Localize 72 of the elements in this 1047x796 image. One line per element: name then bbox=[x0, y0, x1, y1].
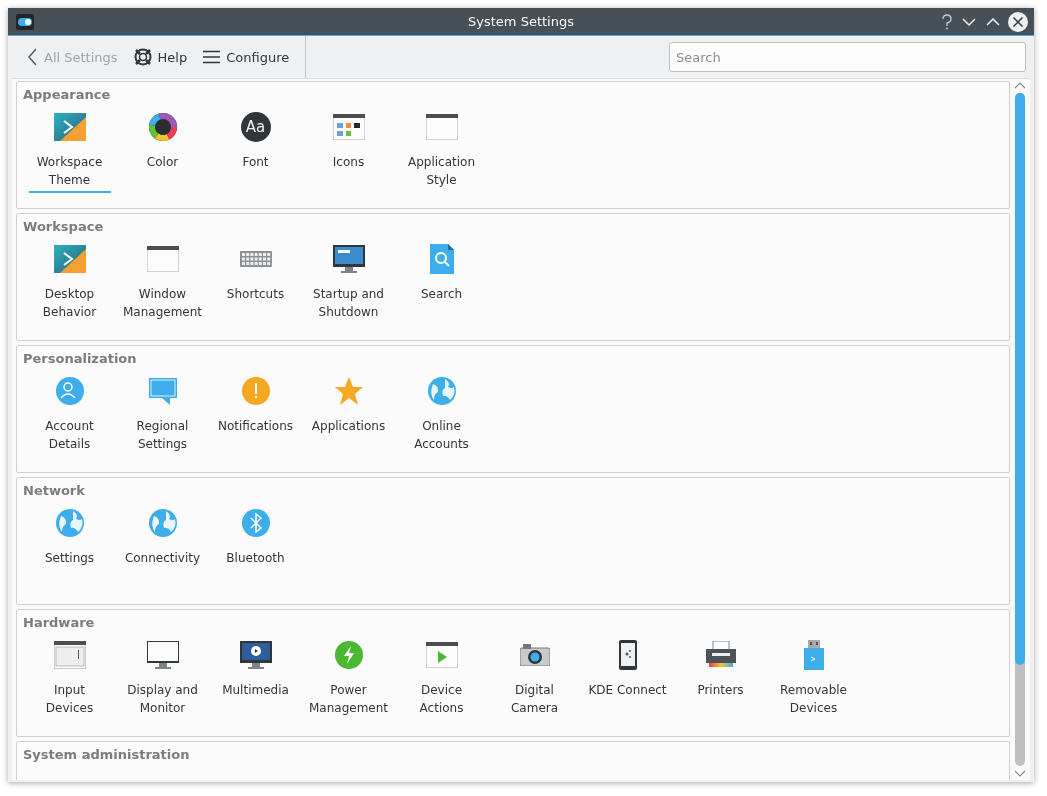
settings-item[interactable]: Shortcuts bbox=[209, 239, 302, 325]
settings-item[interactable]: Window Management bbox=[116, 239, 209, 325]
user-icon bbox=[54, 376, 85, 406]
settings-item[interactable]: Removable Devices bbox=[767, 635, 860, 721]
play-window-icon bbox=[425, 642, 458, 668]
category-title: Hardware bbox=[23, 615, 96, 632]
settings-item[interactable]: Aa Font bbox=[209, 107, 302, 193]
lifebuoy-icon bbox=[133, 48, 152, 66]
settings-item[interactable]: Bluetooth bbox=[209, 503, 302, 571]
settings-item[interactable]: Digital Camera bbox=[488, 635, 581, 721]
settings-item[interactable]: Device Actions bbox=[395, 635, 488, 721]
close-icon[interactable] bbox=[1008, 11, 1028, 32]
category-title: Personalization bbox=[23, 351, 138, 368]
theme-preview-icon bbox=[53, 245, 86, 273]
scroll-up-icon[interactable] bbox=[1014, 81, 1026, 89]
settings-item[interactable]: Multimedia bbox=[209, 635, 302, 721]
settings-item[interactable]: Account Details bbox=[23, 371, 116, 457]
help-button[interactable]: Help bbox=[127, 44, 194, 70]
menu-icon bbox=[203, 50, 221, 64]
settings-item[interactable]: Regional Settings bbox=[116, 371, 209, 457]
lightning-icon bbox=[333, 640, 364, 670]
exclamation-icon bbox=[240, 376, 271, 406]
keyboard-icon bbox=[239, 251, 272, 267]
category-title: Workspace bbox=[23, 219, 105, 236]
settings-item[interactable]: Printers bbox=[674, 635, 767, 721]
settings-item[interactable]: Icons bbox=[302, 107, 395, 193]
globe-icon bbox=[54, 508, 85, 538]
settings-item[interactable]: Search bbox=[395, 239, 488, 325]
help-icon[interactable] bbox=[940, 13, 954, 30]
search-field[interactable]: Search bbox=[669, 42, 1026, 72]
window-title: System Settings bbox=[467, 14, 575, 29]
bluetooth-icon bbox=[240, 508, 271, 538]
settings-item[interactable]: Online Accounts bbox=[395, 371, 488, 457]
settings-item[interactable]: Applications bbox=[302, 371, 395, 457]
media-player-icon bbox=[239, 641, 272, 669]
scroll-down-icon[interactable] bbox=[1014, 770, 1026, 778]
speech-bubble-icon bbox=[147, 376, 178, 406]
settings-item[interactable]: Startup and Shutdown bbox=[302, 239, 395, 325]
font-icon: Aa bbox=[240, 112, 271, 142]
settings-item[interactable]: Notifications bbox=[209, 371, 302, 457]
settings-item[interactable]: Workspace Theme bbox=[23, 107, 116, 193]
color-wheel-icon bbox=[147, 112, 178, 142]
configure-button[interactable]: Configure bbox=[197, 45, 296, 69]
settings-item[interactable]: Settings bbox=[23, 503, 116, 571]
settings-item[interactable]: Application Style bbox=[395, 107, 488, 193]
settings-item[interactable]: Desktop Behavior bbox=[23, 239, 116, 325]
monitor-icon bbox=[146, 641, 179, 669]
globe-icon bbox=[147, 508, 178, 538]
settings-item[interactable]: Input Devices bbox=[23, 635, 116, 721]
window-icon bbox=[425, 114, 458, 140]
category-title: Network bbox=[23, 483, 86, 500]
window-icon bbox=[332, 114, 365, 140]
window-icon bbox=[146, 246, 179, 272]
search-icon bbox=[429, 244, 454, 274]
settings-item[interactable]: Color bbox=[116, 107, 209, 193]
settings-item[interactable]: Connectivity bbox=[116, 503, 209, 571]
monitor-icon bbox=[332, 245, 365, 273]
phone-icon bbox=[618, 640, 637, 670]
camera-icon bbox=[519, 644, 550, 666]
category-title: System administration bbox=[23, 747, 191, 764]
star-icon bbox=[333, 376, 364, 406]
category-title: Appearance bbox=[23, 87, 112, 104]
settings-item[interactable]: Display and Monitor bbox=[116, 635, 209, 721]
globe-icon bbox=[426, 376, 457, 406]
printer-icon bbox=[705, 641, 736, 669]
window-icon bbox=[53, 641, 86, 669]
settings-item[interactable]: Power Management bbox=[302, 635, 395, 721]
back-chevron-icon bbox=[28, 48, 38, 66]
app-icon bbox=[16, 13, 34, 30]
usb-drive-icon bbox=[803, 640, 824, 670]
settings-item[interactable]: KDE Connect bbox=[581, 635, 674, 721]
theme-preview-icon bbox=[53, 113, 86, 141]
